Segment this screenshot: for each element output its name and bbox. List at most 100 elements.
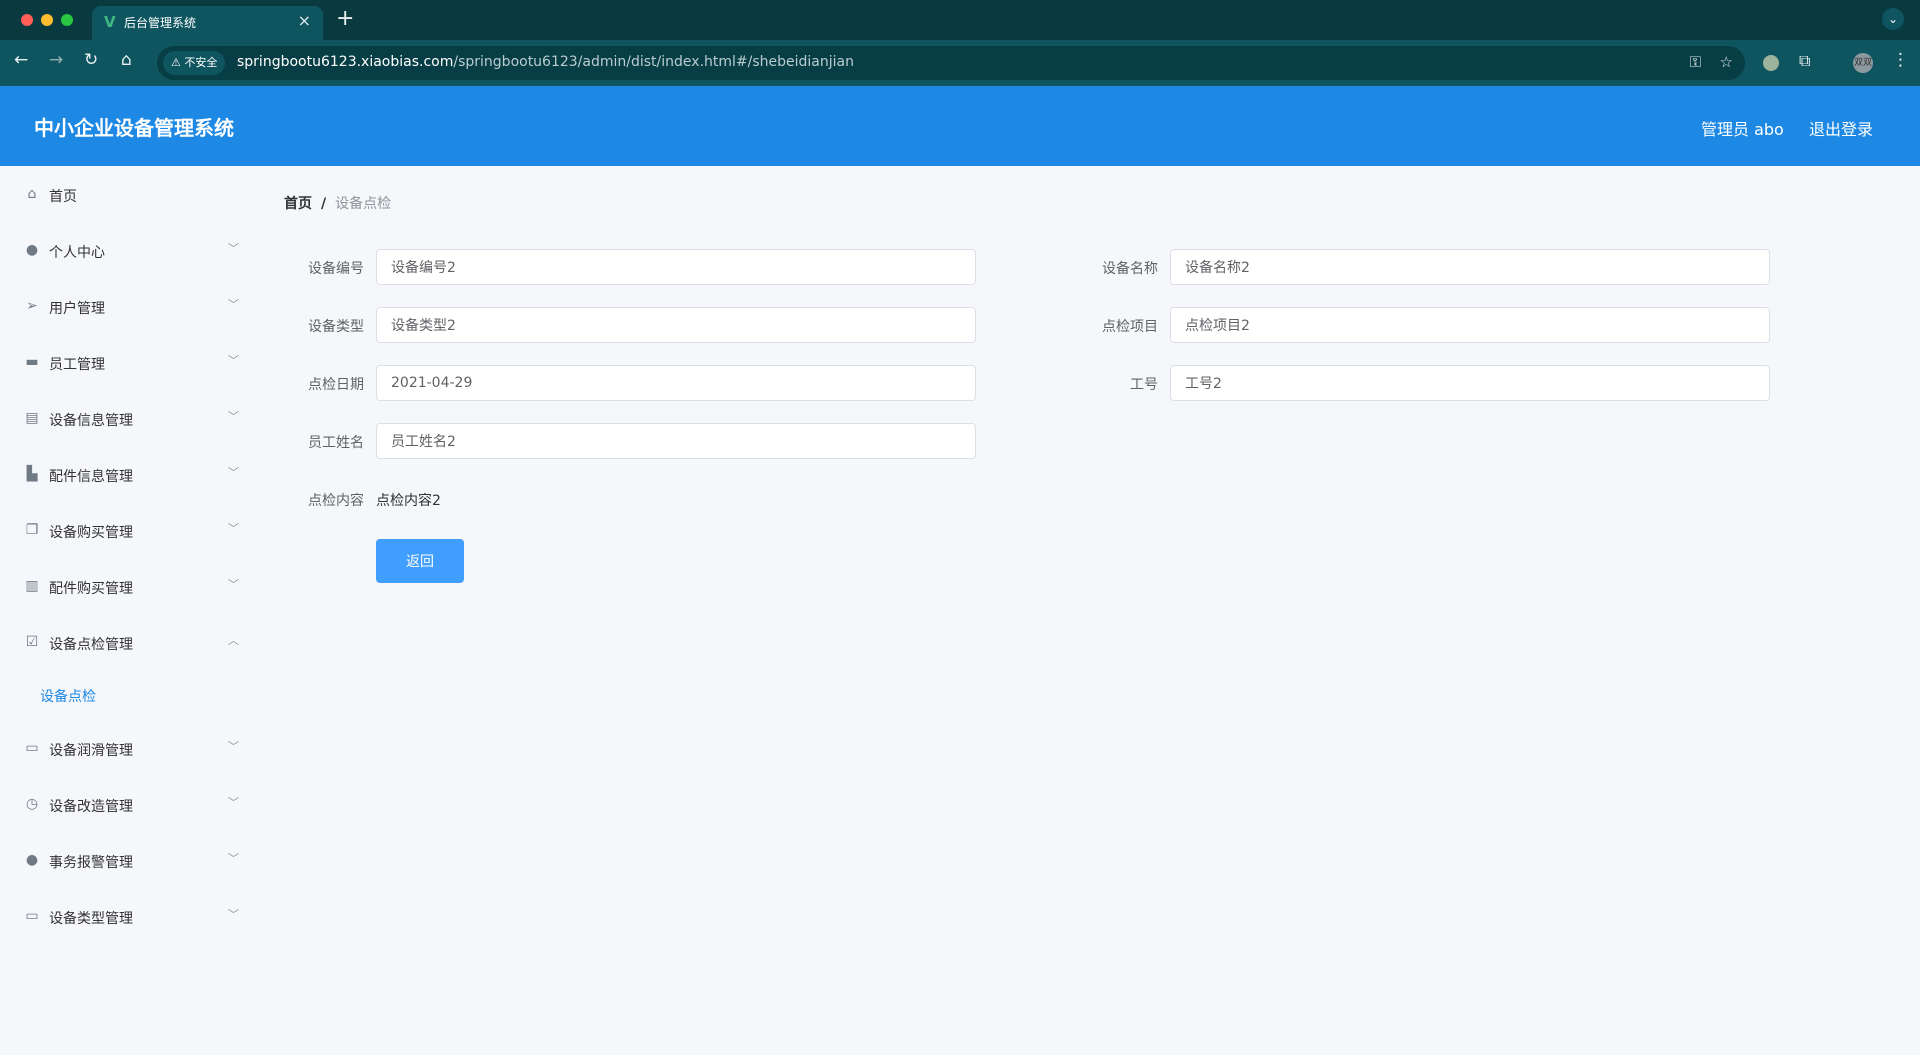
employee-id-label: 工号: [1130, 377, 1158, 393]
home-icon: ⌂: [27, 186, 37, 202]
sidebar-item-label: 设备类型管理: [49, 911, 133, 927]
tab-close-icon[interactable]: ×: [298, 11, 311, 30]
window-zoom-button[interactable]: [61, 14, 73, 26]
new-tab-icon[interactable]: +: [336, 6, 354, 31]
sidebar-item-label: 设备信息管理: [49, 413, 133, 429]
insecure-badge[interactable]: ⚠ 不安全: [163, 51, 226, 75]
app-title: 中小企业设备管理系统: [34, 116, 234, 140]
profile-avatar[interactable]: 双双: [1853, 53, 1873, 73]
sidebar-item-label: 用户管理: [49, 301, 105, 317]
browser-address-bar: ← → ↻ ⌂ ⚠ 不安全 springbootu6123.xiaobias.c…: [0, 40, 1920, 86]
employee-name-label: 员工姓名: [308, 435, 364, 451]
chevron-down-icon: ﹀: [228, 852, 239, 865]
chevron-down-icon: ﹀: [228, 354, 239, 367]
extensions-puzzle-icon[interactable]: ⧉: [1799, 51, 1810, 71]
breadcrumb-separator: /: [321, 196, 327, 212]
reload-icon[interactable]: ↻: [84, 50, 98, 70]
password-key-icon[interactable]: ⚿: [1690, 53, 1701, 71]
tab-title: 后台管理系统: [124, 16, 197, 30]
sidebar-item-label: 配件信息管理: [49, 469, 133, 485]
url-host: springbootu6123.xiaobias.com: [237, 54, 454, 70]
sidebar-item-label: 员工管理: [49, 357, 105, 373]
window-minimize-button[interactable]: [41, 14, 53, 26]
sidebar-item-device-inspection[interactable]: ☑ 设备点检管理 ︿: [0, 623, 258, 663]
sidebar-item-label: 设备购买管理: [49, 525, 133, 541]
logout-link[interactable]: 退出登录: [1809, 116, 1873, 140]
sidebar-item-label: 事务报警管理: [49, 855, 133, 871]
browser-tab-bar: V 后台管理系统 × + ⌄: [0, 0, 1920, 40]
breadcrumb-home[interactable]: 首页: [284, 196, 312, 212]
back-button[interactable]: 返回: [376, 539, 464, 583]
sidebar-item-home[interactable]: ⌂ 首页: [0, 175, 258, 215]
sidebar-item-employee-management[interactable]: ▬ 员工管理 ﹀: [0, 343, 258, 383]
employee-name-field[interactable]: [376, 423, 976, 459]
app-header: 中小企业设备管理系统 管理员 abo 退出登录: [0, 86, 1920, 166]
breadcrumb: 首页 / 设备点检: [284, 193, 391, 213]
current-user-label: 管理员 abo: [1701, 120, 1784, 139]
bar-chart-icon: ▥: [25, 578, 39, 594]
sidebar-item-label: 个人中心: [49, 245, 105, 261]
inspection-content-value: 点检内容2: [376, 493, 441, 509]
sidebar-item-device-lubrication[interactable]: ▭ 设备润滑管理 ﹀: [0, 729, 258, 769]
submenu-item-device-inspection[interactable]: 设备点检: [0, 675, 258, 715]
send-icon: ➢: [26, 298, 38, 314]
inspection-item-field[interactable]: [1170, 307, 1770, 343]
inspection-date-label: 点检日期: [308, 377, 364, 393]
sidebar-item-device-renovation[interactable]: ◷ 设备改造管理 ﹀: [0, 785, 258, 825]
tab-search-icon[interactable]: ⌄: [1882, 8, 1904, 30]
url-omnibox[interactable]: ⚠ 不安全 springbootu6123.xiaobias.com/sprin…: [157, 46, 1745, 80]
sidebar-item-parts-purchase[interactable]: ▥ 配件购买管理 ﹀: [0, 567, 258, 607]
sidebar-item-alarm-management[interactable]: ● 事务报警管理 ﹀: [0, 841, 258, 881]
sidebar-menu: ⌂ 首页 ● 个人中心 ﹀ ➢ 用户管理 ﹀ ▬ 员工管理 ﹀ ▤ 设备信息管理…: [0, 166, 258, 1055]
chevron-down-icon: ﹀: [228, 740, 239, 753]
message-icon: ▭: [25, 740, 39, 756]
device-number-label: 设备编号: [308, 261, 364, 277]
browser-menu-icon[interactable]: ⋮: [1892, 50, 1909, 70]
sidebar-item-label: 配件购买管理: [49, 581, 133, 597]
device-name-field[interactable]: [1170, 249, 1770, 285]
back-arrow-icon[interactable]: ←: [14, 50, 28, 70]
id-card-icon: ▭: [25, 908, 39, 924]
bookmark-star-icon[interactable]: ☆: [1720, 53, 1733, 71]
sidebar-item-personal-center[interactable]: ● 个人中心 ﹀: [0, 231, 258, 271]
sidebar-item-label: 设备点检管理: [49, 637, 133, 653]
sidebar-item-user-management[interactable]: ➢ 用户管理 ﹀: [0, 287, 258, 327]
device-number-field[interactable]: [376, 249, 976, 285]
inspection-date-field[interactable]: [376, 365, 976, 401]
sidebar-item-parts-info[interactable]: ▙ 配件信息管理 ﹀: [0, 455, 258, 495]
breadcrumb-current: 设备点检: [335, 196, 392, 212]
insecure-label: 不安全: [184, 56, 218, 69]
forward-arrow-icon[interactable]: →: [49, 50, 63, 70]
vue-logo-icon: V: [104, 13, 116, 31]
inspection-content-label: 点检内容: [308, 493, 364, 509]
inspection-item-label: 点检项目: [1102, 319, 1158, 335]
clipboard-icon: ▤: [25, 410, 39, 426]
home-nav-icon[interactable]: ⌂: [121, 50, 132, 70]
browser-tab[interactable]: V 后台管理系统 ×: [92, 6, 323, 40]
extension-icon[interactable]: [1763, 55, 1779, 71]
chevron-down-icon: ﹀: [228, 466, 239, 479]
chevron-down-icon: ﹀: [228, 298, 239, 311]
url-path: /springbootu6123/admin/dist/index.html#/…: [453, 54, 854, 70]
sidebar-item-label: 设备改造管理: [49, 799, 133, 815]
sidebar-item-device-purchase[interactable]: ❐ 设备购买管理 ﹀: [0, 511, 258, 551]
sidebar-item-device-info[interactable]: ▤ 设备信息管理 ﹀: [0, 399, 258, 439]
submenu-item-label: 设备点检: [40, 689, 96, 705]
compass-icon: ◷: [25, 796, 39, 812]
sidebar-item-device-type[interactable]: ▭ 设备类型管理 ﹀: [0, 897, 258, 937]
copy-icon: ❐: [25, 522, 39, 538]
chevron-down-icon: ﹀: [228, 410, 239, 423]
monitor-icon: ▬: [25, 354, 39, 370]
chevron-down-icon: ﹀: [228, 522, 239, 535]
sidebar-item-label: 首页: [49, 189, 77, 205]
url-text[interactable]: springbootu6123.xiaobias.com/springbootu…: [237, 54, 854, 70]
window-close-button[interactable]: [21, 14, 33, 26]
device-name-label: 设备名称: [1102, 261, 1158, 277]
chevron-down-icon: ﹀: [228, 578, 239, 591]
device-type-field[interactable]: [376, 307, 976, 343]
chevron-down-icon: ﹀: [228, 242, 239, 255]
user-icon: ●: [25, 242, 39, 258]
employee-id-field[interactable]: [1170, 365, 1770, 401]
device-type-label: 设备类型: [308, 319, 364, 335]
chevron-down-icon: ﹀: [228, 796, 239, 809]
